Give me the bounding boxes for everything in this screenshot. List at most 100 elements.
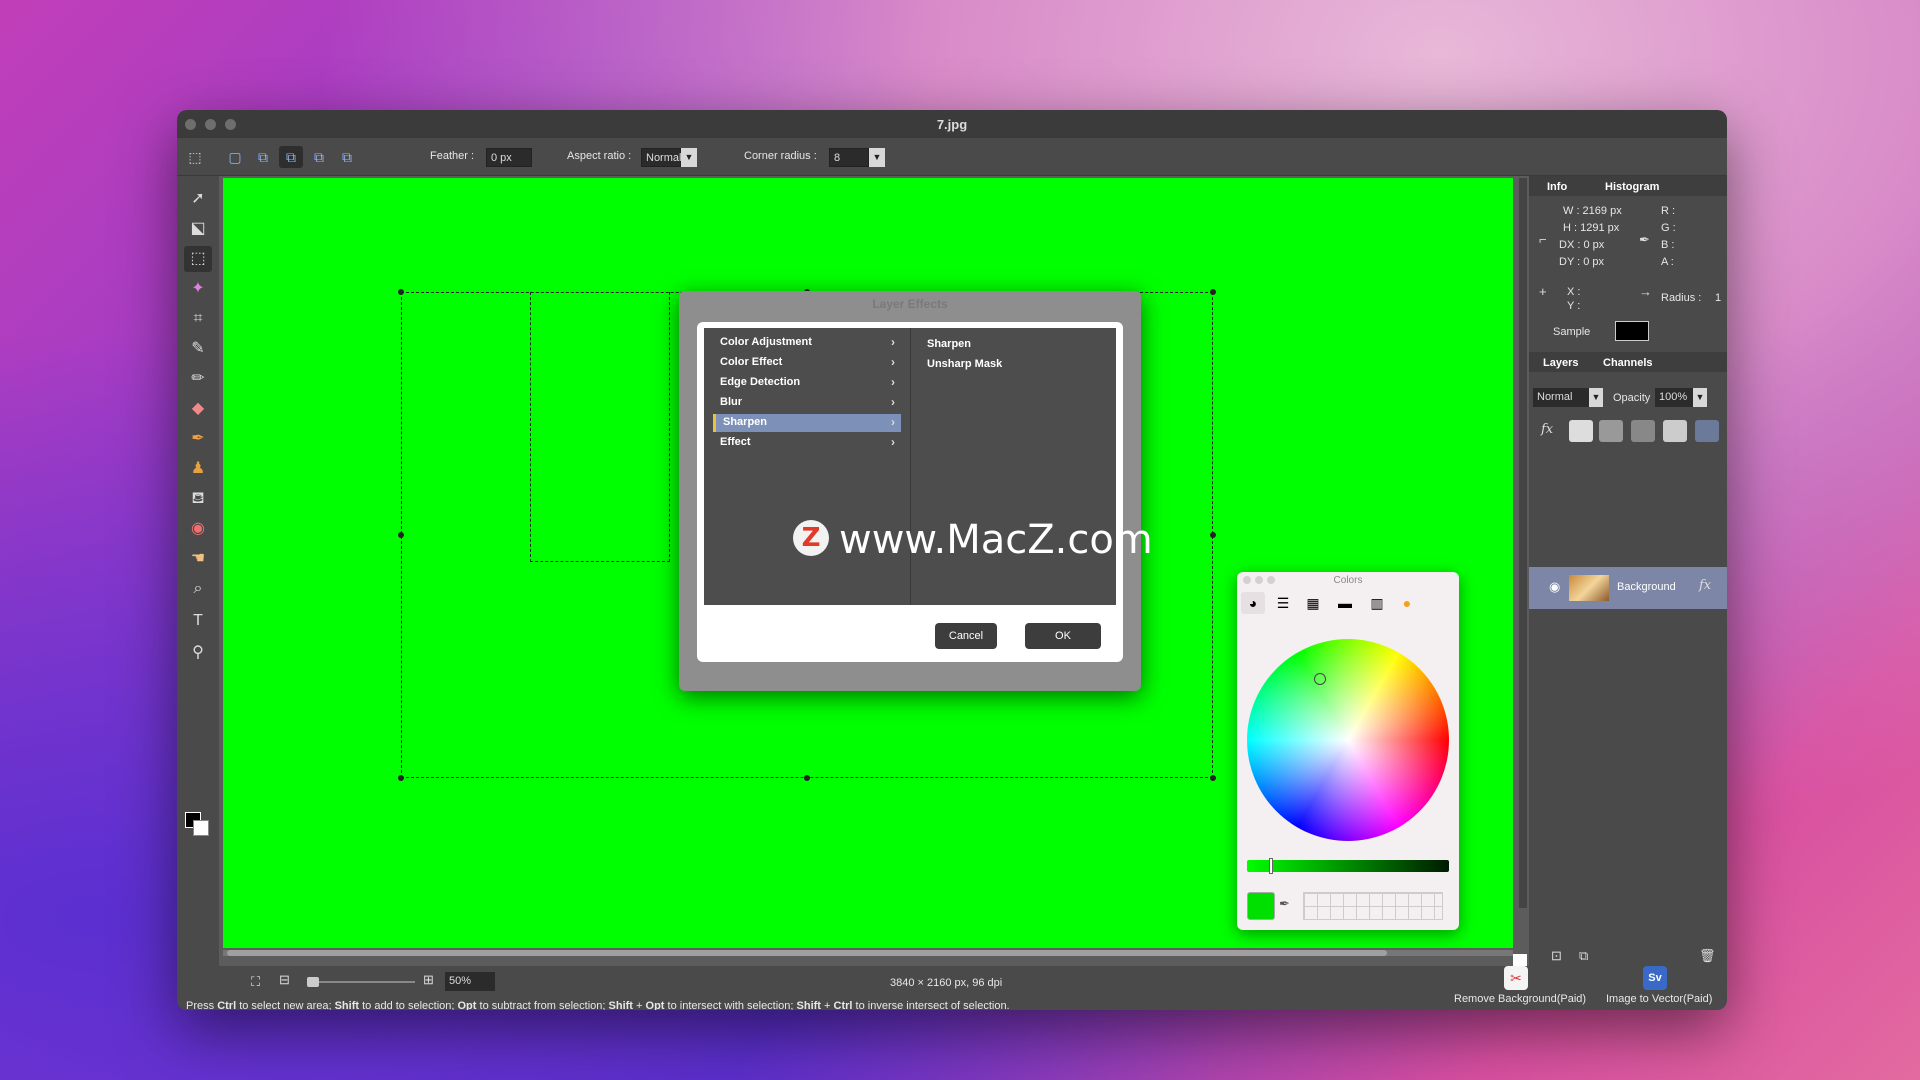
zoom-out-icon[interactable]: ⊟ [279,972,290,988]
image-to-vector-icon[interactable]: Sv [1643,966,1667,990]
chevron-down-icon[interactable]: ▼ [681,148,697,167]
tab-layers[interactable]: Layers [1543,357,1578,369]
inverse-intersect-selection-icon[interactable]: ⧉ [335,146,359,168]
trash-icon[interactable]: 🗑 [1699,948,1716,964]
duplicate-layer-icon[interactable]: ⧉ [1579,948,1588,964]
opacity-input[interactable]: 100% [1655,388,1693,407]
hand-tool-icon[interactable]: ☚ [184,546,212,572]
sub-item-unsharp-mask[interactable]: Unsharp Mask [927,358,1002,370]
selection-handle[interactable] [1210,289,1216,295]
chevron-down-icon[interactable]: ▼ [1589,388,1603,407]
category-blur[interactable]: Blur › [713,394,901,412]
sliders-mode-icon[interactable]: ☰ [1271,592,1295,614]
current-color-swatch[interactable] [1247,892,1275,920]
layer-mask-icon[interactable] [1569,420,1593,442]
selection-handle[interactable] [398,289,404,295]
category-edge-detection[interactable]: Edge Detection › [713,374,901,392]
tab-channels[interactable]: Channels [1603,357,1653,369]
transform-tool-icon[interactable]: ⬕ [184,216,212,242]
aspect-ratio-select[interactable]: Normal [641,148,681,167]
palettes-mode-icon[interactable]: ▦ [1301,592,1325,614]
layer-row-background[interactable]: ◉ Background fx [1529,567,1727,609]
pencils-mode-icon[interactable]: ▥ [1365,592,1389,614]
new-selection-icon[interactable]: ▢ [223,146,247,168]
slider-knob[interactable] [1269,858,1273,874]
watermark-logo-icon: Z [793,520,829,556]
selection-handle[interactable] [1210,532,1216,538]
sample-label: Sample [1553,326,1591,338]
layer-fill-icon[interactable] [1695,420,1719,442]
layer-style-icon[interactable] [1599,420,1623,442]
crayons-mode-icon[interactable]: ● [1395,592,1419,614]
brightness-slider[interactable] [1247,858,1449,874]
layer-group-icon[interactable] [1631,420,1655,442]
fx-icon[interactable]: fx [1541,422,1553,437]
paint-bucket-icon[interactable]: ⛾ [184,486,212,512]
chevron-down-icon[interactable]: ▼ [1693,388,1707,407]
fx-icon[interactable]: fx [1699,578,1711,593]
selection-handle[interactable] [1210,775,1216,781]
move-tool-icon[interactable]: ➚ [184,186,212,212]
category-label: Edge Detection [720,376,801,388]
ok-button[interactable]: OK [1025,623,1101,649]
add-selection-icon[interactable]: ⧉ [251,146,275,168]
radius-value[interactable]: 1 [1715,292,1721,304]
sample-color-swatch[interactable] [1615,321,1649,341]
wheel-cursor[interactable] [1314,673,1326,685]
image-to-vector-button[interactable]: Image to Vector(Paid) [1606,993,1712,1005]
watermark: Zwww.MacZ.com [793,520,1153,560]
color-wheel-mode-icon[interactable]: ◕ [1241,592,1265,614]
subtract-selection-icon[interactable]: ⧉ [279,146,303,168]
vertical-scrollbar[interactable] [1519,178,1527,908]
red-eye-tool-icon[interactable]: ◉ [184,516,212,542]
image-palette-mode-icon[interactable]: ▬ [1333,592,1357,614]
color-wells[interactable] [1303,892,1443,920]
category-color-effect[interactable]: Color Effect › [713,354,901,372]
remove-background-button[interactable]: Remove Background(Paid) [1454,993,1586,1005]
zoom-slider[interactable] [307,981,415,983]
zoom-input[interactable]: 50% [445,972,495,991]
feather-input[interactable]: 0 px [486,148,532,167]
brush-tool-icon[interactable]: ✎ [184,336,212,362]
eyedropper-icon[interactable]: ✒ [1279,896,1290,912]
pencil-tool-icon[interactable]: ✏ [184,366,212,392]
fit-screen-icon[interactable]: ⛶ [251,974,260,990]
sub-item-sharpen[interactable]: Sharpen [927,338,971,350]
scrollbar-thumb[interactable] [227,950,1387,956]
magnify-tool-icon[interactable]: ⌕ [184,576,212,602]
category-sharpen[interactable]: Sharpen › [713,414,901,432]
remove-background-icon[interactable]: ✂ [1504,966,1528,990]
text-tool-icon[interactable]: T [184,608,212,634]
category-effect[interactable]: Effect › [713,434,901,452]
tab-info[interactable]: Info [1547,181,1567,193]
info-green: G : [1661,222,1676,234]
eyedropper-tool-icon[interactable]: ✒ [184,426,212,452]
title-bar: 7.jpg [177,110,1727,138]
cancel-button[interactable]: Cancel [935,623,997,649]
background-color-swatch[interactable] [193,820,209,836]
zoom-in-icon[interactable]: ⊞ [423,972,434,988]
horizontal-scrollbar[interactable] [223,950,1513,956]
category-color-adjustment[interactable]: Color Adjustment › [713,334,901,352]
eye-icon[interactable]: ◉ [1549,579,1560,595]
selection-handle[interactable] [804,775,810,781]
layer-adjust-icon[interactable] [1663,420,1687,442]
hint-fragment: to inverse intersect of selection. [852,1000,1010,1010]
intersect-selection-icon[interactable]: ⧉ [307,146,331,168]
tab-histogram[interactable]: Histogram [1605,181,1659,193]
selection-handle[interactable] [398,532,404,538]
corner-radius-input[interactable]: 8 [829,148,869,167]
zoom-tool-icon[interactable]: ⚲ [184,640,212,666]
marquee-tool-icon[interactable]: ⬚ [184,246,212,272]
magic-wand-icon[interactable]: ✦ [184,276,212,302]
stamp-tool-icon[interactable]: ♟ [184,456,212,482]
rect-select-icon[interactable]: ⬚ [183,146,207,168]
blend-mode-select[interactable]: Normal [1533,388,1589,407]
eraser-tool-icon[interactable]: ◆ [184,396,212,422]
selection-handle[interactable] [398,775,404,781]
color-wheel[interactable] [1247,639,1449,841]
zoom-slider-knob[interactable] [307,977,319,987]
chevron-down-icon[interactable]: ▼ [869,148,885,167]
crop-tool-icon[interactable]: ⌗ [184,306,212,332]
new-layer-icon[interactable]: ⊡ [1551,948,1562,964]
